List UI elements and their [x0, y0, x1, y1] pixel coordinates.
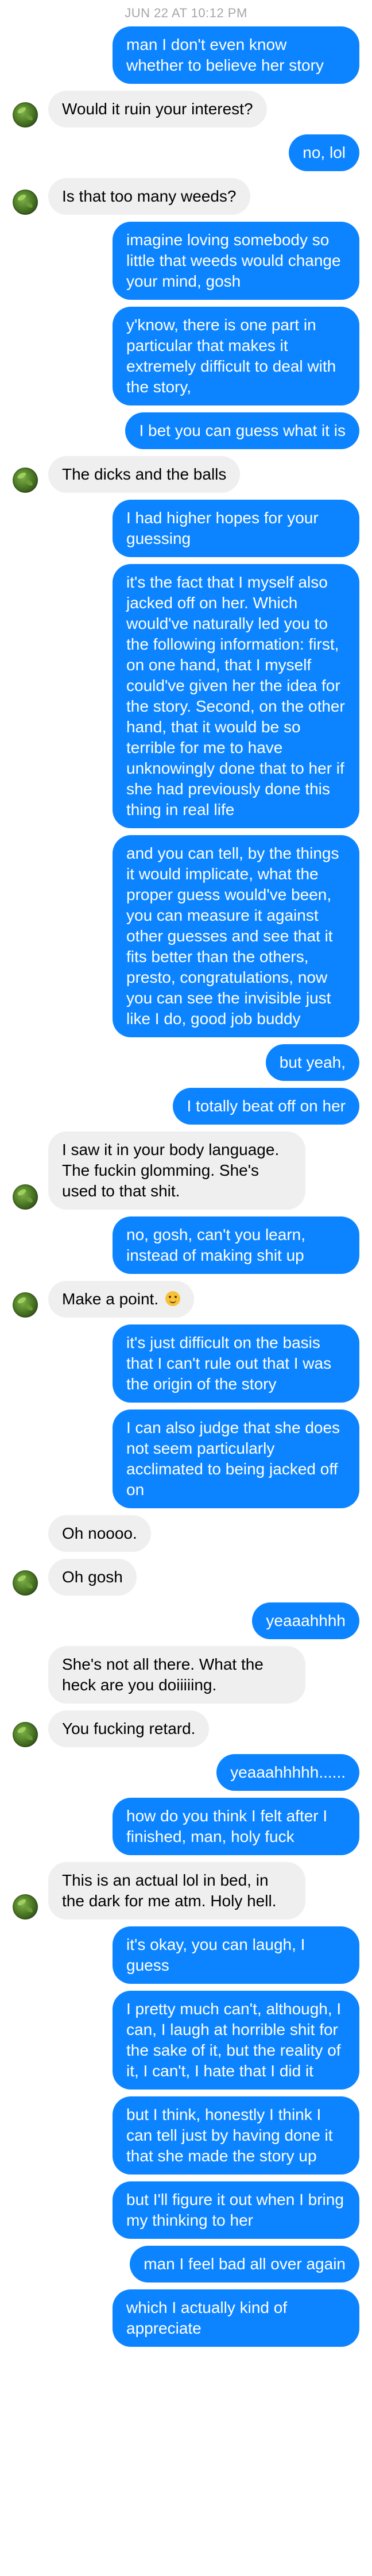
message-row-sent: no, lol — [0, 134, 372, 171]
message-row-received: She's not all there. What the heck are y… — [0, 1646, 372, 1704]
sent-message-bubble[interactable]: but yeah, — [265, 1044, 359, 1081]
message-row-sent: I pretty much can't, although, I can, I … — [0, 1991, 372, 2090]
message-row-received: This is an actual lol in bed, in the dar… — [0, 1862, 372, 1920]
contact-avatar[interactable] — [13, 102, 38, 128]
contact-avatar[interactable] — [13, 1894, 38, 1920]
message-row-received: Oh noooo. — [0, 1515, 372, 1552]
sent-message-bubble[interactable]: yeaaahhhh — [252, 1602, 359, 1639]
sent-message-bubble[interactable]: I bet you can guess what it is — [125, 412, 359, 449]
contact-avatar[interactable] — [13, 1292, 38, 1318]
message-row-received: Make a point. — [0, 1281, 372, 1318]
message-row-sent: and you can tell, by the things it would… — [0, 835, 372, 1037]
contact-avatar[interactable] — [13, 190, 38, 215]
message-row-sent: no, gosh, can't you learn, instead of ma… — [0, 1216, 372, 1274]
contact-avatar[interactable] — [13, 1570, 38, 1596]
sent-message-bubble[interactable]: it's okay, you can laugh, I guess — [113, 1926, 359, 1984]
sent-message-bubble[interactable]: imagine loving somebody so little that w… — [113, 222, 359, 300]
sent-message-bubble[interactable]: y'know, there is one part in particular … — [113, 307, 359, 405]
message-row-sent: but I'll figure it out when I bring my t… — [0, 2181, 372, 2239]
message-row-sent: it's okay, you can laugh, I guess — [0, 1926, 372, 1984]
sent-message-bubble[interactable]: it's just difficult on the basis that I … — [113, 1324, 359, 1403]
sent-message-bubble[interactable]: which I actually kind of appreciate — [113, 2289, 359, 2347]
message-row-received: Would it ruin your interest? — [0, 91, 372, 128]
sent-message-bubble[interactable]: no, gosh, can't you learn, instead of ma… — [113, 1216, 359, 1274]
message-row-sent: how do you think I felt after I finished… — [0, 1798, 372, 1855]
sent-message-bubble[interactable]: I had higher hopes for your guessing — [113, 500, 359, 557]
message-row-received: You fucking retard. — [0, 1710, 372, 1747]
received-message-bubble[interactable]: I saw it in your body language. The fuck… — [48, 1131, 305, 1210]
message-row-sent: imagine loving somebody so little that w… — [0, 222, 372, 300]
sent-message-bubble[interactable]: and you can tell, by the things it would… — [113, 835, 359, 1037]
message-row-sent: y'know, there is one part in particular … — [0, 307, 372, 405]
sent-message-bubble[interactable]: I totally beat off on her — [173, 1088, 359, 1125]
received-message-bubble[interactable]: Oh gosh — [48, 1559, 137, 1596]
sent-message-bubble[interactable]: but I think, honestly I think I can tell… — [113, 2096, 359, 2175]
contact-avatar[interactable] — [13, 1722, 38, 1747]
received-message-bubble[interactable]: She's not all there. What the heck are y… — [48, 1646, 305, 1704]
message-row-received: I saw it in your body language. The fuck… — [0, 1131, 372, 1210]
sent-message-bubble[interactable]: I can also judge that she does not seem … — [113, 1409, 359, 1508]
message-row-received: Oh gosh — [0, 1559, 372, 1596]
slightly-smiling-face-emoji-icon — [165, 1291, 180, 1306]
received-message-bubble[interactable]: You fucking retard. — [48, 1710, 210, 1747]
sent-message-bubble[interactable]: but I'll figure it out when I bring my t… — [113, 2181, 359, 2239]
message-row-received: The dicks and the balls — [0, 456, 372, 493]
message-row-sent: man I feel bad all over again — [0, 2246, 372, 2283]
message-row-received: Is that too many weeds? — [0, 178, 372, 215]
message-row-sent: which I actually kind of appreciate — [0, 2289, 372, 2347]
sent-message-bubble[interactable]: yeaaahhhhh...... — [216, 1754, 359, 1791]
message-row-sent: I can also judge that she does not seem … — [0, 1409, 372, 1508]
message-row-sent: but I think, honestly I think I can tell… — [0, 2096, 372, 2175]
sent-message-bubble[interactable]: man I don't even know whether to believe… — [113, 26, 359, 84]
received-message-bubble[interactable]: This is an actual lol in bed, in the dar… — [48, 1862, 305, 1920]
received-message-bubble[interactable]: Is that too many weeds? — [48, 178, 250, 215]
received-message-bubble[interactable]: The dicks and the balls — [48, 456, 241, 493]
received-message-bubble[interactable]: Would it ruin your interest? — [48, 91, 267, 128]
sent-message-bubble[interactable]: I pretty much can't, although, I can, I … — [113, 1991, 359, 2090]
received-message-text: Make a point. — [62, 1290, 159, 1308]
contact-avatar[interactable] — [13, 468, 38, 493]
sent-message-bubble[interactable]: it's the fact that I myself also jacked … — [113, 564, 359, 828]
message-row-sent: I bet you can guess what it is — [0, 412, 372, 449]
sent-message-bubble[interactable]: how do you think I felt after I finished… — [113, 1798, 359, 1855]
message-row-sent: I totally beat off on her — [0, 1088, 372, 1125]
sent-message-bubble[interactable]: no, lol — [289, 134, 359, 171]
contact-avatar[interactable] — [13, 1184, 38, 1210]
message-row-sent: yeaaahhhhh...... — [0, 1754, 372, 1791]
received-message-bubble[interactable]: Oh noooo. — [48, 1515, 151, 1552]
sent-message-bubble[interactable]: man I feel bad all over again — [130, 2246, 359, 2283]
received-message-bubble[interactable]: Make a point. — [48, 1281, 194, 1318]
message-row-sent: but yeah, — [0, 1044, 372, 1081]
chat-thread: JUN 22 AT 10:12 PM man I don't even know… — [0, 0, 372, 2347]
message-row-sent: yeaaahhhh — [0, 1602, 372, 1639]
message-row-sent: it's just difficult on the basis that I … — [0, 1324, 372, 1403]
message-row-sent: it's the fact that I myself also jacked … — [0, 564, 372, 828]
message-row-sent: I had higher hopes for your guessing — [0, 500, 372, 557]
message-row-sent: man I don't even know whether to believe… — [0, 26, 372, 84]
conversation-timestamp: JUN 22 AT 10:12 PM — [125, 6, 247, 20]
